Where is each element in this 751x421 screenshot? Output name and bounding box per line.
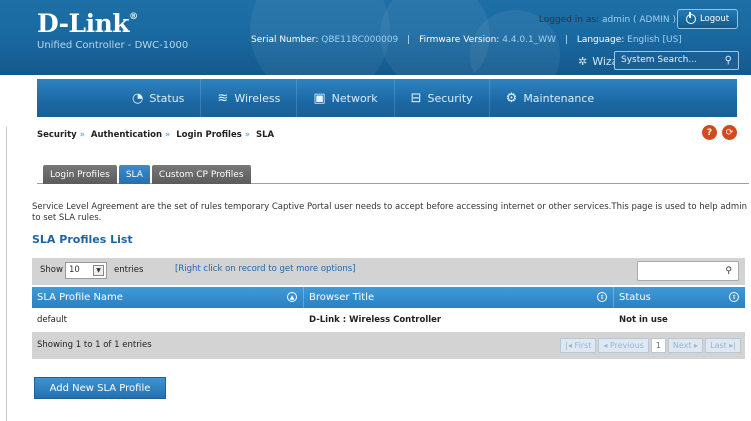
refresh-icon[interactable]: ⟳ (722, 125, 737, 140)
right-click-hint: [Right click on record to get more optio… (175, 264, 356, 274)
breadcrumb-separator: » (165, 130, 171, 140)
divider: | (564, 35, 568, 45)
first-page-icon: |◂ (565, 341, 575, 350)
tab-bar: Login Profiles SLA Custom CP Profiles (43, 165, 251, 184)
sort-icon[interactable]: ⇕ (729, 292, 739, 302)
tab-login-profiles[interactable]: Login Profiles (43, 165, 117, 184)
serial-label: Serial Number: (251, 35, 319, 45)
nav-item-security[interactable]: ⊟ Security (395, 79, 490, 117)
pager-label: Previous (609, 341, 644, 350)
breadcrumb-current: SLA (255, 130, 275, 140)
entries-per-page-select[interactable]: 10 ▼ (65, 262, 107, 279)
add-new-sla-profile-button[interactable]: Add New SLA Profile (34, 377, 166, 399)
logout-label: Logout (699, 14, 730, 24)
logout-button[interactable]: Logout (677, 9, 738, 29)
app-header: D-Link® Unified Controller - DWC-1000 Lo… (0, 0, 751, 75)
serial-number: QBE11BC000009 (321, 35, 399, 45)
pager-label: Last (710, 341, 727, 350)
tab-custom-cp-profiles[interactable]: Custom CP Profiles (151, 165, 251, 184)
pager-previous-button[interactable]: ◂ Previous (598, 338, 649, 353)
gears-icon: ⚙ (505, 90, 518, 106)
nav-label: Wireless (234, 91, 281, 105)
system-search-input[interactable]: System Search... ⚲ (614, 51, 739, 70)
main-nav: ◔ Status ≋ Wireless ▣ Network ⊟ Security… (37, 79, 737, 117)
language-label: Language: (576, 35, 625, 45)
nav-item-network[interactable]: ▣ Network (297, 79, 395, 117)
content-border (6, 127, 7, 421)
divider: | (407, 35, 411, 45)
chevron-down-icon[interactable]: ▼ (93, 265, 104, 276)
breadcrumb-item[interactable]: Security (37, 130, 77, 140)
nav-item-maintenance[interactable]: ⚙ Maintenance (490, 79, 611, 117)
help-icon[interactable]: ? (702, 125, 717, 140)
show-label: Show (40, 265, 63, 275)
next-page-icon: ▸ (691, 341, 699, 350)
column-label: Status (619, 292, 651, 303)
showing-entries-text: Showing 1 to 1 of 1 entries (37, 340, 152, 350)
logged-in-user: admin ( ADMIN ) (601, 15, 676, 25)
product-subtitle: Unified Controller - DWC-1000 (37, 40, 189, 51)
section-title: SLA Profiles List (32, 233, 133, 246)
page-description: Service Level Agreement are the set of r… (32, 202, 747, 223)
breadcrumb-item[interactable]: Login Profiles (176, 130, 242, 140)
power-icon (685, 12, 696, 24)
breadcrumb: Security» Authentication» Login Profiles… (37, 130, 274, 140)
sort-icon[interactable]: ⇕ (597, 292, 607, 302)
nav-label: Security (427, 91, 473, 105)
column-label: Browser Title (309, 292, 375, 303)
cell-sla-profile-name: default (37, 315, 67, 325)
tab-sla[interactable]: SLA (118, 165, 150, 184)
gauge-icon: ◔ (132, 90, 144, 106)
entries-per-page-value: 10 (69, 265, 80, 275)
wizard-wand-icon: ✲ (578, 55, 588, 68)
cell-status: Not in use (619, 315, 668, 325)
column-header-sla-profile-name[interactable]: SLA Profile Name ▲ (32, 287, 304, 308)
breadcrumb-separator: » (244, 130, 250, 140)
device-info: Serial Number: QBE11BC000009 | Firmware … (251, 35, 682, 45)
firmware-version: 4.4.0.1_WW (502, 35, 557, 45)
pager-last-button[interactable]: Last ▸| (705, 338, 741, 353)
nav-label: Network (331, 91, 378, 105)
entries-label: entries (114, 265, 144, 275)
table-header: SLA Profile Name ▲ Browser Title ⇕ Statu… (32, 287, 745, 308)
pager-first-button[interactable]: |◂ First (560, 338, 597, 353)
wifi-icon: ≋ (217, 90, 229, 106)
login-status: Logged in as: admin ( ADMIN ) (539, 15, 676, 25)
pager-page-1[interactable]: 1 (650, 338, 666, 353)
nav-item-status[interactable]: ◔ Status (37, 79, 202, 117)
search-icon[interactable]: ⚲ (725, 266, 732, 276)
table-footer: Showing 1 to 1 of 1 entries |◂ First ◂ P… (32, 332, 745, 359)
breadcrumb-item[interactable]: Authentication (91, 130, 162, 140)
nav-label: Status (149, 91, 185, 105)
table-row[interactable]: default D-Link : Wireless Controller Not… (32, 310, 745, 330)
pager-label: Next (672, 341, 692, 350)
cell-browser-title: D-Link : Wireless Controller (309, 315, 442, 325)
column-header-browser-title[interactable]: Browser Title ⇕ (304, 287, 614, 308)
search-icon[interactable]: ⚲ (725, 55, 732, 66)
pager-label: First (574, 341, 592, 350)
monitor-icon: ▣ (313, 90, 326, 106)
nav-item-wireless[interactable]: ≋ Wireless (201, 79, 298, 117)
breadcrumb-separator: » (79, 130, 85, 140)
search-placeholder: System Search... (621, 55, 697, 65)
lock-icon: ⊟ (410, 90, 422, 106)
language-selector[interactable]: English [US] (627, 35, 682, 45)
nav-label: Maintenance (523, 91, 595, 105)
table-toolbar: Show 10 ▼ entries [Right click on record… (32, 258, 745, 285)
pagination: |◂ First ◂ Previous 1 Next ▸ Last ▸| (560, 338, 741, 353)
sort-asc-icon[interactable]: ▲ (287, 292, 297, 302)
pager-next-button[interactable]: Next ▸ (667, 338, 704, 353)
brand-logo: D-Link® (37, 9, 138, 38)
column-label: SLA Profile Name (37, 292, 123, 303)
last-page-icon: ▸| (726, 341, 736, 350)
column-header-status[interactable]: Status ⇕ (614, 287, 745, 308)
firmware-label: Firmware Version: (419, 35, 500, 45)
logged-in-label: Logged in as: (538, 15, 600, 25)
table-search-input[interactable]: ⚲ (637, 261, 739, 281)
